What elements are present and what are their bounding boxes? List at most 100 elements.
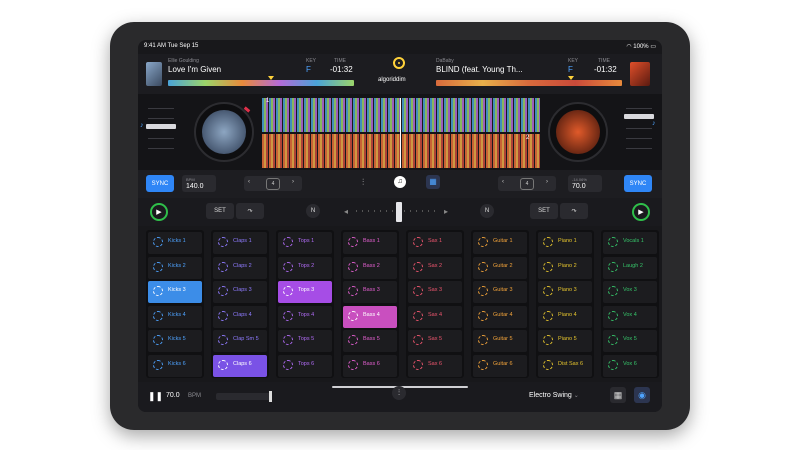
sample-pad[interactable]: Tops 5: [278, 330, 332, 352]
sample-pad[interactable]: Bass 3: [343, 281, 397, 303]
bpm-display-right[interactable]: -14.06% 70.0: [568, 175, 602, 192]
sync-button-left[interactable]: SYNC: [146, 175, 174, 192]
loop-size-right[interactable]: 4: [520, 178, 534, 190]
sampler-preset[interactable]: Electro Swing ⌄: [529, 392, 579, 399]
sample-pad[interactable]: Bass 5: [343, 330, 397, 352]
pad-label: Bass 5: [363, 336, 380, 342]
pad-label: Claps 1: [233, 238, 252, 244]
sample-pad[interactable]: Clap Sm 5: [213, 330, 267, 352]
sample-pad[interactable]: Guitar 5: [473, 330, 527, 352]
sample-pad[interactable]: Tops 6: [278, 354, 332, 377]
pad-grid-icon[interactable]: ▦: [610, 387, 626, 403]
playhead-left: [268, 76, 274, 80]
sample-pad[interactable]: Piano 4: [538, 305, 592, 328]
platter-right[interactable]: [548, 102, 608, 162]
cue-jump-button-left[interactable]: ↷: [236, 203, 264, 219]
bottom-bar: ❚❚ 70.0 BPM ⫶ Electro Swing ⌄ ▦ ◉: [138, 382, 662, 412]
volume-fader-left[interactable]: [146, 124, 176, 129]
sample-pad[interactable]: Guitar 2: [473, 256, 527, 279]
pad-label: Laugh 2: [623, 262, 643, 269]
crossfader-handle[interactable]: [396, 202, 402, 222]
sample-pad[interactable]: Claps 6: [213, 354, 267, 377]
sample-pad[interactable]: Tops 1: [278, 232, 332, 254]
track-overview-right[interactable]: [436, 80, 622, 86]
sample-pad[interactable]: Claps 1: [213, 232, 267, 254]
bpm-display-left[interactable]: BPM 140.0: [182, 175, 216, 192]
track-overview-left[interactable]: [168, 80, 354, 86]
loop-next-button-right[interactable]: ›: [546, 179, 548, 185]
album-art-right[interactable]: [630, 62, 650, 86]
pad-label: Kicks 2: [168, 262, 186, 269]
sampler-bpm-slider[interactable]: [216, 391, 272, 402]
sample-pad[interactable]: Vox 4: [603, 305, 657, 328]
sample-pad[interactable]: Laugh 2: [603, 256, 657, 279]
sample-pad[interactable]: Dist Sax 6: [538, 354, 592, 377]
sample-pad[interactable]: Kicks 6: [148, 354, 202, 377]
sample-pad[interactable]: Guitar 4: [473, 305, 527, 328]
sample-pad[interactable]: Sax 3: [408, 281, 462, 303]
sample-pad[interactable]: Guitar 3: [473, 281, 527, 303]
sample-pad[interactable]: Sax 1: [408, 232, 462, 254]
sample-pad[interactable]: Bass 2: [343, 256, 397, 279]
pause-button[interactable]: ❚❚: [148, 391, 163, 402]
sample-pad[interactable]: Vox 3: [603, 281, 657, 303]
sample-pad[interactable]: Guitar 1: [473, 232, 527, 254]
mixer-icon[interactable]: ⫶: [362, 177, 364, 188]
play-button-left[interactable]: ▶: [150, 203, 168, 221]
sample-pad[interactable]: Claps 2: [213, 256, 267, 279]
sample-pad[interactable]: Vox 6: [603, 354, 657, 377]
pad-ring-icon: [283, 286, 293, 296]
sample-pad[interactable]: Claps 4: [213, 305, 267, 328]
sample-pad[interactable]: Bass 1: [343, 232, 397, 254]
sample-pad[interactable]: Tops 3: [278, 281, 332, 303]
sample-pad[interactable]: Kicks 5: [148, 330, 202, 352]
key-value-left[interactable]: F: [306, 65, 311, 74]
grid-icon[interactable]: ▦: [426, 175, 440, 189]
sample-pad[interactable]: Sax 2: [408, 256, 462, 279]
cue-set-button-right[interactable]: SET: [530, 203, 558, 219]
sample-pad[interactable]: Vox 5: [603, 330, 657, 352]
sample-pad[interactable]: Kicks 1: [148, 232, 202, 254]
sample-pad[interactable]: Claps 3: [213, 281, 267, 303]
loop-prev-button-right[interactable]: ‹: [502, 179, 504, 185]
key-value-right[interactable]: F: [568, 65, 573, 74]
sample-pad[interactable]: Bass 6: [343, 354, 397, 377]
sample-pad[interactable]: Piano 5: [538, 330, 592, 352]
sample-pad[interactable]: Tops 4: [278, 305, 332, 328]
volume-fader-right[interactable]: [624, 114, 654, 119]
mixer-toggle-icon[interactable]: ⫶: [392, 386, 406, 400]
cue-jump-button-right[interactable]: ↷: [560, 203, 588, 219]
sample-pad[interactable]: Kicks 3: [148, 281, 202, 303]
sample-pad[interactable]: Sax 5: [408, 330, 462, 352]
loop-next-button-left[interactable]: ›: [292, 179, 294, 185]
waveform-left[interactable]: [262, 98, 540, 132]
waveform-right[interactable]: [262, 134, 540, 168]
play-button-right[interactable]: ▶: [632, 203, 650, 221]
sample-pad[interactable]: Piano 3: [538, 281, 592, 303]
pad-ring-icon: [153, 237, 163, 247]
neural-mix-icon-right[interactable]: N: [480, 204, 494, 218]
pad-column: Guitar 1 Guitar 2 Guitar 3 Guitar 4 Guitar 5…: [471, 230, 529, 378]
sample-pad[interactable]: Sax 4: [408, 305, 462, 328]
neural-mix-icon-left[interactable]: N: [306, 204, 320, 218]
sample-pad[interactable]: Piano 2: [538, 256, 592, 279]
sample-pad[interactable]: Kicks 2: [148, 256, 202, 279]
sample-pad[interactable]: Vocals 1: [603, 232, 657, 254]
sample-pad[interactable]: Sax 6: [408, 354, 462, 377]
timeline-icon[interactable]: [393, 57, 405, 69]
platter-left[interactable]: [194, 102, 254, 162]
cue-set-button-left[interactable]: SET: [206, 203, 234, 219]
sample-pad[interactable]: Tops 2: [278, 256, 332, 279]
music-icon[interactable]: ♫: [394, 176, 406, 188]
album-art-left[interactable]: [146, 62, 162, 86]
time-label-right: TIME: [598, 58, 610, 64]
sync-button-right[interactable]: SYNC: [624, 175, 652, 192]
sample-pad[interactable]: Piano 1: [538, 232, 592, 254]
loop-prev-button-left[interactable]: ‹: [248, 179, 250, 185]
sample-pad[interactable]: Guitar 6: [473, 354, 527, 377]
sampler-mode-icon[interactable]: ◉: [634, 387, 650, 403]
pad-label: Sax 5: [428, 336, 443, 342]
loop-size-left[interactable]: 4: [266, 178, 280, 190]
sample-pad[interactable]: Bass 4: [343, 305, 397, 328]
sample-pad[interactable]: Kicks 4: [148, 305, 202, 328]
